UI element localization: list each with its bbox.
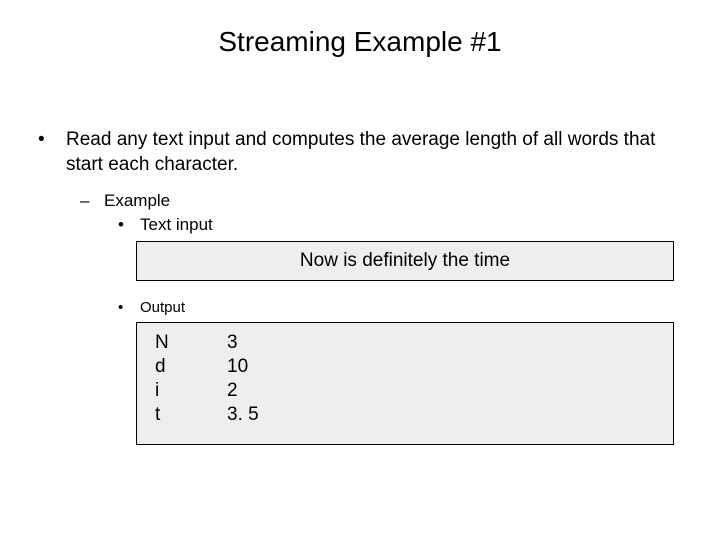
output-key: N xyxy=(155,331,227,355)
output-table: N 3 d 10 i 2 t 3. 5 xyxy=(155,331,267,426)
slide-body: • Read any text input and computes the a… xyxy=(36,128,684,445)
bullet-level2-text: Example xyxy=(104,191,170,211)
dash-icon: – xyxy=(80,191,104,211)
bullet-level1-text: Read any text input and computes the ave… xyxy=(66,128,684,177)
table-row: t 3. 5 xyxy=(155,403,267,427)
bullet-level3-textinput: • Text input xyxy=(118,215,684,235)
bullet-level3-output-text: Output xyxy=(140,299,185,316)
bullet-dot-icon: • xyxy=(118,215,140,235)
bullet-level2-example: – Example xyxy=(80,191,684,211)
bullet-level3-text: Text input xyxy=(140,215,213,235)
output-value: 2 xyxy=(227,379,267,403)
slide: Streaming Example #1 • Read any text inp… xyxy=(0,0,720,540)
slide-title: Streaming Example #1 xyxy=(0,26,720,58)
bullet-level3-output: • Output xyxy=(118,299,684,316)
bullet-level1: • Read any text input and computes the a… xyxy=(36,128,684,177)
output-key: i xyxy=(155,379,227,403)
bullet-dot-icon: • xyxy=(36,128,66,177)
output-value: 10 xyxy=(227,355,267,379)
output-box: N 3 d 10 i 2 t 3. 5 xyxy=(136,322,674,445)
table-row: d 10 xyxy=(155,355,267,379)
text-input-value: Now is definitely the time xyxy=(300,250,510,271)
output-value: 3. 5 xyxy=(227,403,267,427)
table-row: i 2 xyxy=(155,379,267,403)
text-input-box: Now is definitely the time xyxy=(136,241,674,281)
bullet-dot-icon: • xyxy=(118,299,140,316)
table-row: N 3 xyxy=(155,331,267,355)
output-key: t xyxy=(155,403,227,427)
output-key: d xyxy=(155,355,227,379)
output-value: 3 xyxy=(227,331,267,355)
